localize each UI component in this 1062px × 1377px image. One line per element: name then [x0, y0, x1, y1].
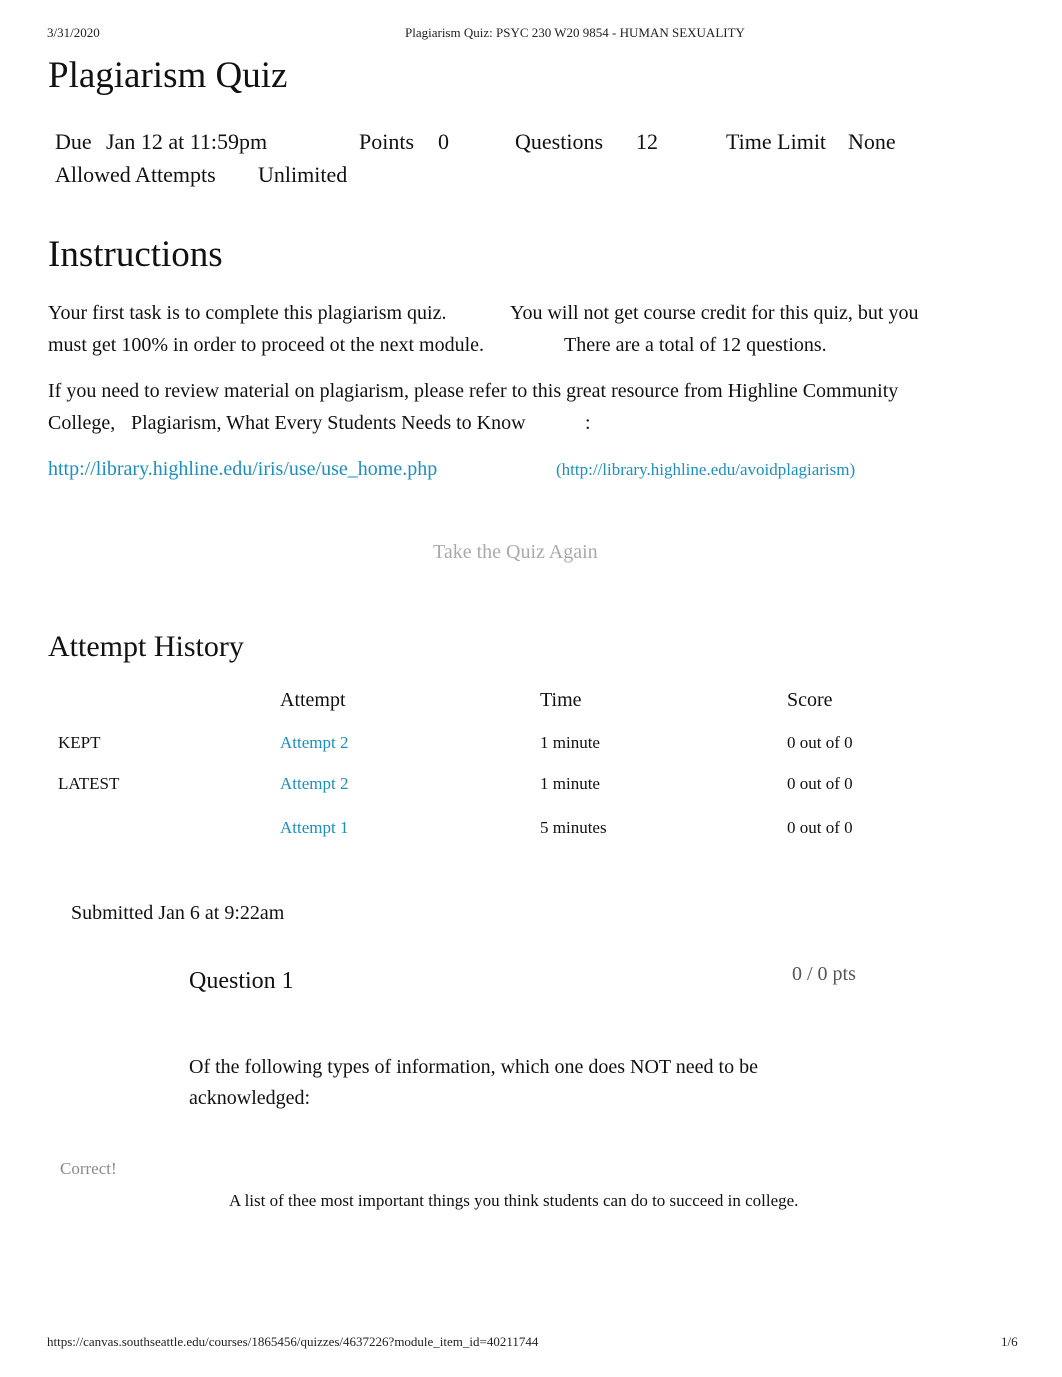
due-value: Jan 12 at 11:59pm: [106, 129, 268, 154]
resource-title: Plagiarism, What Every Students Needs to…: [131, 412, 526, 434]
attempt-link[interactable]: Attempt 2: [280, 774, 348, 794]
attempt-score: 0 out of 0: [787, 818, 853, 837]
time-limit-label: Time Limit: [726, 129, 827, 154]
instructions-text-2a-line2: College,: [48, 412, 116, 434]
attempt-time: 5 minutes: [540, 818, 607, 837]
column-header-score: Score: [787, 689, 833, 711]
attempt-score: 0 out of 0: [787, 774, 853, 793]
resource-colon: :: [585, 412, 591, 434]
points-label: Points: [359, 129, 415, 154]
time-limit-value: None: [848, 129, 896, 154]
question-title: Question 1: [189, 968, 294, 994]
submitted-timestamp: Submitted Jan 6 at 9:22am: [71, 902, 285, 924]
print-page-number: 1/6: [1001, 1334, 1018, 1349]
instructions-heading: Instructions: [48, 234, 223, 275]
instructions-text-1b-line1: You will not get course credit for this …: [510, 302, 919, 324]
due-label: Due: [55, 129, 92, 154]
answer-option: A list of thee most important things you…: [229, 1191, 799, 1210]
allowed-attempts-value: Unlimited: [258, 162, 348, 187]
instructions-text-2a-line1: If you need to review material on plagia…: [48, 380, 899, 402]
instructions-text-1b-line2: must get 100% in order to proceed ot the…: [48, 334, 485, 356]
resource-link-url[interactable]: (http://library.highline.edu/avoidplagia…: [556, 460, 855, 480]
correct-label: Correct!: [60, 1159, 117, 1178]
instructions-text-1a: Your first task is to complete this plag…: [48, 302, 447, 324]
questions-label: Questions: [515, 129, 603, 154]
question-text: Of the following types of information, w…: [189, 1056, 758, 1109]
print-page-title: Plagiarism Quiz: PSYC 230 W20 9854 - HUM…: [405, 25, 745, 40]
resource-link[interactable]: http://library.highline.edu/iris/use/use…: [48, 458, 437, 481]
instructions-text-1c: There are a total of 12 questions.: [564, 334, 827, 356]
print-url: https://canvas.southseattle.edu/courses/…: [47, 1334, 539, 1349]
attempt-time: 1 minute: [540, 774, 600, 793]
row-tag: KEPT: [58, 733, 101, 752]
column-header-attempt: Attempt: [280, 689, 346, 711]
questions-value: 12: [636, 129, 658, 154]
attempt-time: 1 minute: [540, 733, 600, 752]
points-value: 0: [438, 129, 449, 154]
question-points: 0 / 0 pts: [792, 963, 856, 985]
take-quiz-again-button[interactable]: Take the Quiz Again: [433, 541, 598, 564]
attempt-link[interactable]: Attempt 1: [280, 818, 348, 838]
attempt-score: 0 out of 0: [787, 733, 853, 752]
column-header-time: Time: [540, 689, 582, 711]
attempt-link[interactable]: Attempt 2: [280, 733, 348, 753]
attempt-history-heading: Attempt History: [48, 630, 244, 663]
row-tag: LATEST: [58, 774, 120, 793]
print-date: 3/31/2020: [47, 25, 100, 40]
allowed-attempts-label: Allowed Attempts: [55, 162, 216, 187]
page-title: Plagiarism Quiz: [48, 55, 288, 96]
